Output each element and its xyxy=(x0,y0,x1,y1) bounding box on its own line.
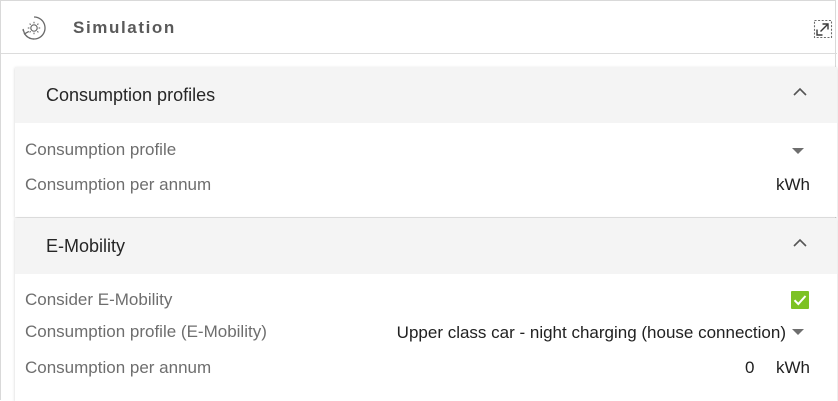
sun-cycle-icon xyxy=(22,16,46,40)
e-mobility-profile-dropdown[interactable] xyxy=(792,329,804,335)
e-mobility-per-annum-unit: kWh xyxy=(776,358,810,377)
chevron-up-icon[interactable] xyxy=(793,87,807,97)
e-mobility-per-annum-label: Consumption per annum xyxy=(25,358,212,377)
consumption-profile-label: Consumption profile xyxy=(25,140,177,159)
checkmark-icon xyxy=(793,295,807,306)
chevron-up-icon[interactable] xyxy=(793,238,807,248)
widget-title: Simulation xyxy=(73,18,176,37)
expand-icon[interactable] xyxy=(813,19,833,39)
e-mobility-profile-label: Consumption profile (E-Mobility) xyxy=(25,322,267,341)
panel-title: Consumption profiles xyxy=(46,85,216,105)
e-mobility-per-annum-value[interactable]: 0 xyxy=(745,358,754,378)
consider-e-mobility-checkbox[interactable] xyxy=(791,291,809,309)
e-mobility-panel: E-Mobility Consider E-Mobility Consumpti… xyxy=(15,218,837,401)
consumption-profile-dropdown[interactable] xyxy=(792,148,804,154)
consumption-profiles-panel: Consumption profiles Consumption profile… xyxy=(15,67,837,217)
panel-title: E-Mobility xyxy=(46,236,126,256)
e-mobility-header[interactable]: E-Mobility xyxy=(15,218,837,274)
widget-header: Simulation xyxy=(1,1,837,54)
consumption-per-annum-unit: kWh xyxy=(776,175,810,194)
consumption-per-annum-label: Consumption per annum xyxy=(25,175,212,194)
simulation-widget: Simulation Consumption profiles Consumpt… xyxy=(0,0,837,401)
consumption-profiles-header[interactable]: Consumption profiles xyxy=(15,67,837,123)
e-mobility-profile-value[interactable]: Upper class car - night charging (house … xyxy=(397,323,786,343)
consider-e-mobility-label: Consider E-Mobility xyxy=(25,290,173,309)
